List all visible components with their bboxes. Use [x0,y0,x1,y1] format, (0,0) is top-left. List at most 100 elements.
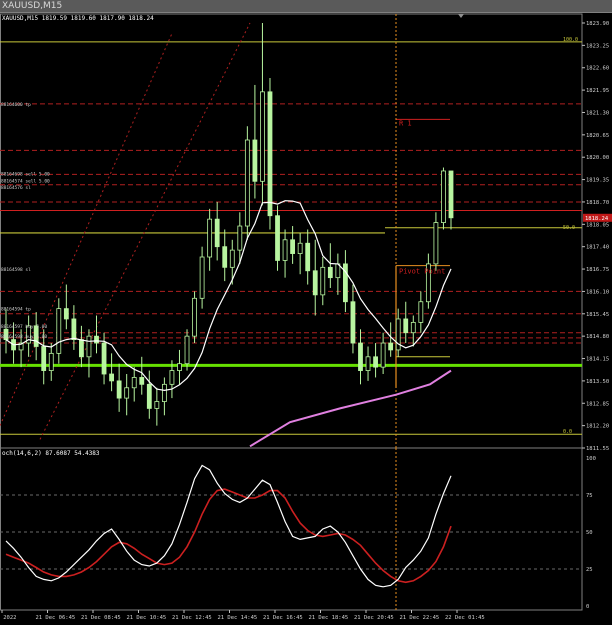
fib-tag: 50.0 [563,225,575,231]
price-tick-label: 1818.05 [586,222,609,228]
price-tick-label: 1812.85 [586,401,609,407]
candle-body [41,346,47,371]
candle-body [56,308,62,354]
candle-body [327,266,333,279]
candle-body [222,246,228,268]
price-tick-label: 1819.35 [586,178,609,184]
candle-body [282,239,288,261]
order-label: 88164698 sell 5.00 [1,171,50,177]
stoch-tick-label: 50 [586,530,593,536]
candle-body [275,215,280,261]
price-tick-label: 1822.60 [586,66,609,72]
candle-body [63,308,69,320]
candle-body [297,242,303,254]
axes: 1823.90 1823.25 1822.60 1821.95 1821.30 1820.… [0,14,612,621]
order-label: 88164574 sell 5.00 [1,178,50,184]
order-label: 88164597 buy 5.00 [1,324,47,330]
candle-body [305,242,311,272]
price-tick-label: 1820.00 [586,155,609,161]
candle-body [199,256,205,299]
candle-body [403,318,409,334]
chart-canvas[interactable]: 1823.90 1823.25 1822.60 1821.95 1821.30 1820.… [0,0,612,625]
candle-body [433,222,439,265]
candle-body [260,91,265,182]
stoch-tick-label: 75 [586,493,593,499]
candle-body [207,218,213,258]
time-label: 21 Dec 20:45 [354,615,394,621]
price-levels [0,14,582,610]
time-label: 21 Dec 12:45 [172,615,212,621]
price-tick-label: 1813.50 [586,379,609,385]
stoch-signal-line [5,488,452,584]
price-tick-label: 1821.95 [586,88,609,94]
candle-body [229,249,235,268]
annotations: 100.0 50.0 0.0 R 1 Pivot Point 88164600 tp 881… [1,37,578,435]
order-label: 88164598 buy 5.00 [1,334,47,340]
price-tick-label: 1816.10 [586,289,609,295]
price-tick-label: 1814.80 [586,334,609,340]
candle-body [380,342,386,368]
time-label: 21 Dec 08:45 [81,615,121,621]
candle-body [146,383,152,409]
price-tick-label: 1811.55 [586,446,609,452]
order-label: 88164600 tp [1,102,31,108]
candle-body [214,218,220,248]
candle-body [358,342,363,371]
price-tick-label: 1820.65 [586,133,609,139]
candle-body [131,377,137,389]
time-label: 21 Dec 18:45 [309,615,349,621]
candle-body [290,239,296,254]
candle-body [109,373,114,382]
order-label: 88164594 tp [1,307,31,313]
candle-body [139,377,145,385]
pivot-label: Pivot Point [399,268,445,276]
candle-body [252,139,258,182]
candle-body [184,335,190,365]
order-label: 88164576 sl [1,185,31,191]
time-label: 21 Dec 10:45 [127,615,167,621]
candle-body [124,387,130,399]
candle-body [373,356,378,368]
candle-body [86,335,92,358]
r1-label: R 1 [399,119,412,127]
candle-body [410,321,416,334]
candle-body [154,401,160,409]
candle-body [418,301,424,323]
fib-tag: 100.0 [563,37,578,43]
candle-body [169,370,175,385]
time-label: 22 Dec 01:45 [445,615,485,621]
price-tick-label: 1823.25 [586,43,609,49]
time-label: Dec 2022 [0,615,17,621]
stoch-tick-label: 100 [586,456,596,462]
time-label: 21 Dec 06:45 [36,615,76,621]
price-tick-label: 1821.30 [586,110,609,116]
stoch-tick-label: 25 [586,567,593,573]
stoch-tick-label: 0 [586,604,589,610]
fib-tag: 0.0 [563,429,572,435]
price-panel-border [0,13,583,449]
price-tick-label: 1817.40 [586,245,609,251]
shift-marker-icon [458,14,464,18]
candle-body [320,266,326,296]
stoch-panel-border [0,447,583,611]
price-tick-label: 1818.70 [586,200,609,206]
candle-body [448,170,454,219]
candle-body [312,270,318,296]
candle-body [350,301,356,344]
price-tick-label: 1814.15 [586,357,609,363]
price-tick-label: 1812.20 [586,424,609,430]
candle-body [237,225,243,251]
candle-body [94,335,99,344]
price-tick-label: 1816.75 [586,267,609,273]
candle-body [441,170,446,223]
stochastic-title: och(14,6,2) 87.6087 54.4383 [2,450,100,457]
candle-body [48,352,54,371]
candle-body [116,380,122,399]
candle-body [192,297,197,337]
candle-body [267,91,273,217]
candle-body [177,363,182,371]
time-label: 21 Dec 22:45 [400,615,440,621]
candle-body [244,139,250,227]
candle-body [101,342,107,375]
time-label: 21 Dec 14:45 [218,615,258,621]
